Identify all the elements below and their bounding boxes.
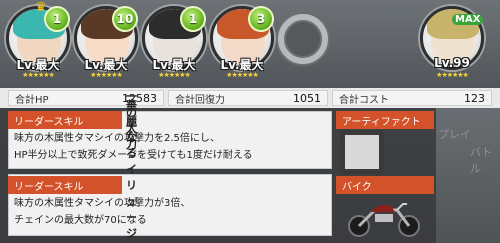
helper-leader-skill-desc-line2: チェインの最大数が70になる bbox=[14, 215, 147, 226]
rarity-stars: ★★★★★★ bbox=[158, 71, 191, 79]
helper-leader-skill-desc-line1: 味方の木属性タマシイの攻撃力が3倍、 bbox=[14, 198, 191, 209]
rarity-stars: ★★★★★★ bbox=[22, 71, 55, 79]
rarity-stars: ★★★★★★ bbox=[226, 71, 259, 79]
bike-header: バイク bbox=[336, 176, 434, 194]
artifact-header: アーティファクト bbox=[336, 111, 434, 129]
party-screen: ♛ 1 Lv.最大 ★★★★★★ 10 Lv.最大 ★★★★★★ 1 Lv.最大… bbox=[0, 0, 500, 243]
level-badge: 10 bbox=[112, 6, 138, 32]
total-cost-label: 合計コスト bbox=[339, 94, 389, 106]
motorcycle-icon[interactable] bbox=[345, 196, 425, 238]
helper-leader-skill-name: 華麗なるイリュージョン bbox=[126, 99, 137, 240]
background-text: バトル bbox=[470, 146, 493, 175]
rarity-stars: ★★★★★★ bbox=[436, 71, 469, 79]
total-heal-label: 合計回復力 bbox=[175, 94, 225, 106]
level-badge: 1 bbox=[44, 6, 70, 32]
leader-skill-tag: リーダースキル bbox=[8, 111, 122, 129]
total-heal: 合計回復力 1051 bbox=[168, 90, 328, 106]
leader-skill-desc-line1: 味方の木属性タマシイの攻撃力を2.5倍にし、 bbox=[14, 133, 220, 144]
max-badge: MAX bbox=[452, 14, 484, 25]
total-hp: 合計HP 12583 bbox=[8, 90, 164, 106]
total-cost: 合計コスト 123 bbox=[332, 90, 492, 106]
background-text: プレイ bbox=[438, 128, 471, 141]
helper-leader-skill-tag: リーダースキル bbox=[8, 176, 122, 194]
level-badge: 3 bbox=[248, 6, 274, 32]
artifact-slot[interactable] bbox=[340, 130, 384, 174]
rarity-stars: ★★★★★★ bbox=[90, 71, 123, 79]
level-badge: 1 bbox=[180, 6, 206, 32]
total-heal-value: 1051 bbox=[293, 91, 321, 105]
total-cost-value: 123 bbox=[464, 91, 485, 105]
empty-party-slot[interactable] bbox=[278, 14, 328, 64]
level-text: Lv.99 bbox=[434, 56, 470, 70]
total-hp-label: 合計HP bbox=[15, 94, 49, 106]
